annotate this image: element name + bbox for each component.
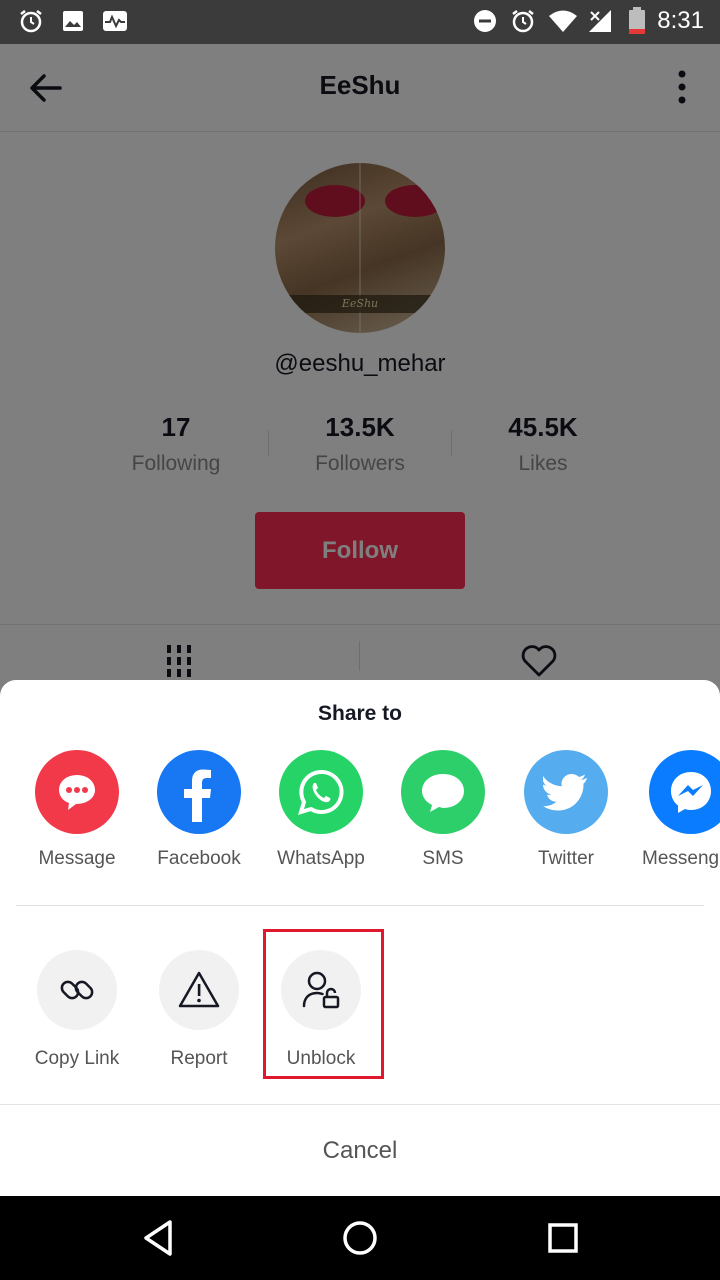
action-report[interactable]: Report: [138, 950, 260, 1070]
cancel-button[interactable]: Cancel: [0, 1105, 720, 1196]
modal-overlay[interactable]: [0, 44, 720, 704]
link-icon: [37, 950, 117, 1030]
share-label: Facebook: [157, 848, 241, 869]
recents-icon[interactable]: [541, 1216, 585, 1260]
alarm-icon: [16, 6, 46, 36]
twitter-icon: [524, 750, 608, 834]
share-label: WhatsApp: [277, 848, 365, 869]
status-bar: 8:31: [0, 0, 720, 44]
clock-time: 8:31: [657, 7, 704, 34]
whatsapp-icon: [279, 750, 363, 834]
share-label: Messeng: [642, 848, 720, 869]
share-twitter[interactable]: Twitter: [505, 750, 627, 870]
sms-icon: [401, 750, 485, 834]
message-icon: [35, 750, 119, 834]
messenger-icon: [649, 750, 720, 834]
home-icon[interactable]: [338, 1216, 382, 1260]
share-label: Message: [38, 848, 116, 869]
wifi-icon: [548, 6, 578, 36]
warning-icon: [159, 950, 239, 1030]
system-navigation-bar: [0, 1196, 720, 1280]
share-sms[interactable]: SMS: [382, 750, 504, 870]
image-icon: [58, 6, 88, 36]
share-messenger[interactable]: Messeng: [628, 750, 720, 870]
action-label: Copy Link: [34, 1048, 120, 1069]
signal-icon: [586, 6, 616, 36]
back-icon[interactable]: [136, 1216, 180, 1260]
action-label: Report: [170, 1048, 228, 1069]
share-whatsapp[interactable]: WhatsApp: [260, 750, 382, 870]
alarm-icon: [508, 6, 538, 36]
action-copy-link[interactable]: Copy Link: [16, 950, 138, 1070]
sheet-title: Share to: [317, 702, 403, 725]
battery-icon: [622, 6, 652, 36]
pulse-icon: [100, 6, 130, 36]
sheet-divider: [16, 905, 704, 906]
unblock-highlight-box: [263, 929, 384, 1079]
share-label: Twitter: [538, 848, 594, 869]
share-sheet: Share to Message Facebook WhatsApp SMS T…: [0, 680, 720, 1196]
facebook-icon: [157, 750, 241, 834]
dnd-icon: [470, 6, 500, 36]
share-facebook[interactable]: Facebook: [138, 750, 260, 870]
share-label: SMS: [422, 848, 464, 869]
share-message[interactable]: Message: [16, 750, 138, 870]
